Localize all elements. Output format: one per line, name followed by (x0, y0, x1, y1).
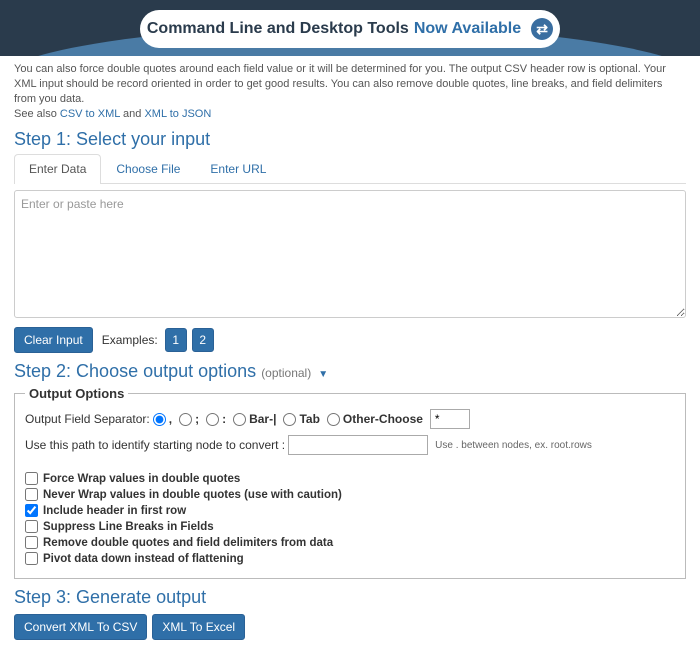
step2-optional: (optional) (261, 366, 311, 380)
tab-enter-data[interactable]: Enter Data (14, 154, 101, 184)
lbl-suppress: Suppress Line Breaks in Fields (43, 521, 214, 533)
lbl-pivot: Pivot data down instead of flattening (43, 553, 244, 565)
lbl-never-wrap: Never Wrap values in double quotes (use … (43, 489, 342, 501)
example-2-button[interactable]: 2 (192, 328, 214, 352)
chk-suppress[interactable] (25, 520, 38, 533)
lbl-remove: Remove double quotes and field delimiter… (43, 537, 333, 549)
promo-banner: Command Line and Desktop Tools Now Avail… (0, 0, 700, 56)
sep-label-colon: : (222, 412, 226, 426)
sep-label-comma: , (169, 412, 172, 426)
chevron-down-icon: ▼ (318, 369, 328, 380)
sep-label-semi: ; (195, 412, 199, 426)
path-label: Use this path to identify starting node … (25, 438, 285, 452)
link-csv-to-xml[interactable]: CSV to XML (60, 108, 120, 120)
path-row: Use this path to identify starting node … (25, 435, 675, 455)
example-1-button[interactable]: 1 (165, 328, 187, 352)
sep-radio-other[interactable] (327, 413, 340, 426)
tab-choose-file[interactable]: Choose File (101, 154, 195, 183)
path-input[interactable] (288, 435, 428, 455)
arrow-circle-icon: ⇄ (531, 18, 553, 40)
sep-radio-comma[interactable] (153, 413, 166, 426)
sep-label-bar: Bar-| (249, 412, 276, 426)
chk-remove[interactable] (25, 536, 38, 549)
separator-row: Output Field Separator: , ; : Bar-| Tab … (25, 409, 675, 429)
chk-never-wrap[interactable] (25, 488, 38, 501)
step3-title: Step 3: Generate output (14, 587, 686, 608)
step2-title-text: Step 2: Choose output options (14, 361, 261, 381)
chk-force-wrap[interactable] (25, 472, 38, 485)
separator-label: Output Field Separator: (25, 412, 150, 426)
see-also-label: See also (14, 108, 60, 120)
output-options-legend: Output Options (25, 386, 128, 401)
chk-pivot[interactable] (25, 552, 38, 565)
intro-text: You can also force double quotes around … (14, 62, 686, 121)
sep-radio-semi[interactable] (179, 413, 192, 426)
examples-label: Examples: (102, 333, 158, 347)
path-hint: Use . between nodes, ex. root.rows (435, 440, 592, 451)
input-tabs: Enter Data Choose File Enter URL (14, 154, 686, 184)
chk-header[interactable] (25, 504, 38, 517)
convert-csv-button[interactable]: Convert XML To CSV (14, 614, 147, 640)
sep-other-input[interactable] (430, 409, 470, 429)
step2-title[interactable]: Step 2: Choose output options (optional)… (14, 361, 686, 382)
lbl-force-wrap: Force Wrap values in double quotes (43, 473, 240, 485)
clear-input-button[interactable]: Clear Input (14, 327, 93, 353)
banner-title-b: Now Available (414, 20, 521, 38)
sep-radio-tab[interactable] (283, 413, 296, 426)
sep-radio-colon[interactable] (206, 413, 219, 426)
banner-pill[interactable]: Command Line and Desktop Tools Now Avail… (140, 10, 560, 48)
lbl-header: Include header in first row (43, 505, 186, 517)
tab-enter-url[interactable]: Enter URL (195, 154, 281, 183)
output-options-fieldset: Output Options Output Field Separator: ,… (14, 386, 686, 579)
sep-label-tab: Tab (299, 412, 319, 426)
convert-excel-button[interactable]: XML To Excel (152, 614, 245, 640)
input-textarea[interactable] (14, 190, 686, 318)
link-xml-to-json[interactable]: XML to JSON (144, 108, 211, 120)
and-label: and (120, 108, 144, 120)
intro-line1: You can also force double quotes around … (14, 63, 666, 105)
banner-title-a: Command Line and Desktop Tools (147, 20, 409, 38)
step1-title: Step 1: Select your input (14, 129, 686, 150)
sep-radio-bar[interactable] (233, 413, 246, 426)
sep-label-other: Other-Choose (343, 412, 423, 426)
